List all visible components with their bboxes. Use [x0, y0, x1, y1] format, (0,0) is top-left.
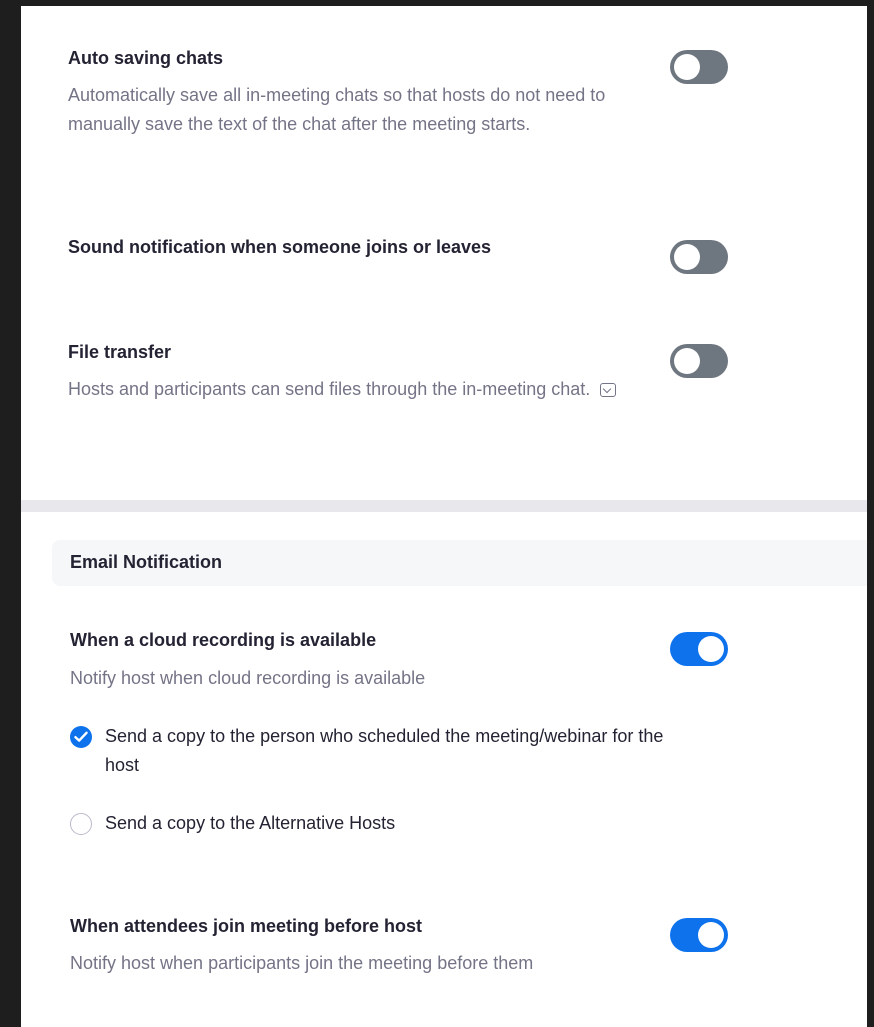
join-before-host-description: Notify host when participants join the m…: [70, 953, 534, 973]
join-before-host-title: When attendees join meeting before host: [70, 916, 423, 936]
auto-saving-chats-toggle[interactable]: [670, 50, 728, 84]
toggle-knob: [674, 348, 700, 374]
send-copy-scheduler-checkbox[interactable]: [70, 726, 92, 748]
file-transfer-title: File transfer: [68, 342, 172, 362]
settings-panel: Auto saving chats Automatically save all…: [21, 6, 867, 1027]
cloud-recording-title: When a cloud recording is available: [70, 630, 377, 650]
file-transfer-toggle[interactable]: [670, 344, 728, 378]
checkmark-icon: [74, 731, 88, 742]
send-copy-alt-hosts-checkbox[interactable]: [70, 813, 92, 835]
tooltip-icon[interactable]: [600, 383, 617, 397]
toggle-knob: [674, 244, 700, 270]
cloud-recording-description: Notify host when cloud recording is avai…: [70, 668, 426, 688]
toggle-knob: [698, 636, 724, 662]
email-notification-heading: Email Notification: [70, 552, 223, 572]
send-copy-scheduler-label[interactable]: Send a copy to the person who scheduled …: [105, 722, 685, 780]
join-before-host-toggle[interactable]: [670, 918, 728, 952]
file-transfer-description-text: Hosts and participants can send files th…: [68, 379, 591, 399]
section-divider: [21, 500, 867, 512]
email-notification-section-header: Email Notification: [52, 540, 867, 586]
toggle-knob: [698, 922, 724, 948]
toggle-knob: [674, 54, 700, 80]
cloud-recording-toggle[interactable]: [670, 632, 728, 666]
sound-notification-title: Sound notification when someone joins or…: [68, 237, 492, 257]
sound-notification-toggle[interactable]: [670, 240, 728, 274]
file-transfer-description: Hosts and participants can send files th…: [68, 375, 623, 404]
send-copy-alt-hosts-label[interactable]: Send a copy to the Alternative Hosts: [105, 809, 685, 838]
auto-saving-chats-description: Automatically save all in-meeting chats …: [68, 85, 606, 134]
auto-saving-chats-title: Auto saving chats: [68, 48, 224, 68]
